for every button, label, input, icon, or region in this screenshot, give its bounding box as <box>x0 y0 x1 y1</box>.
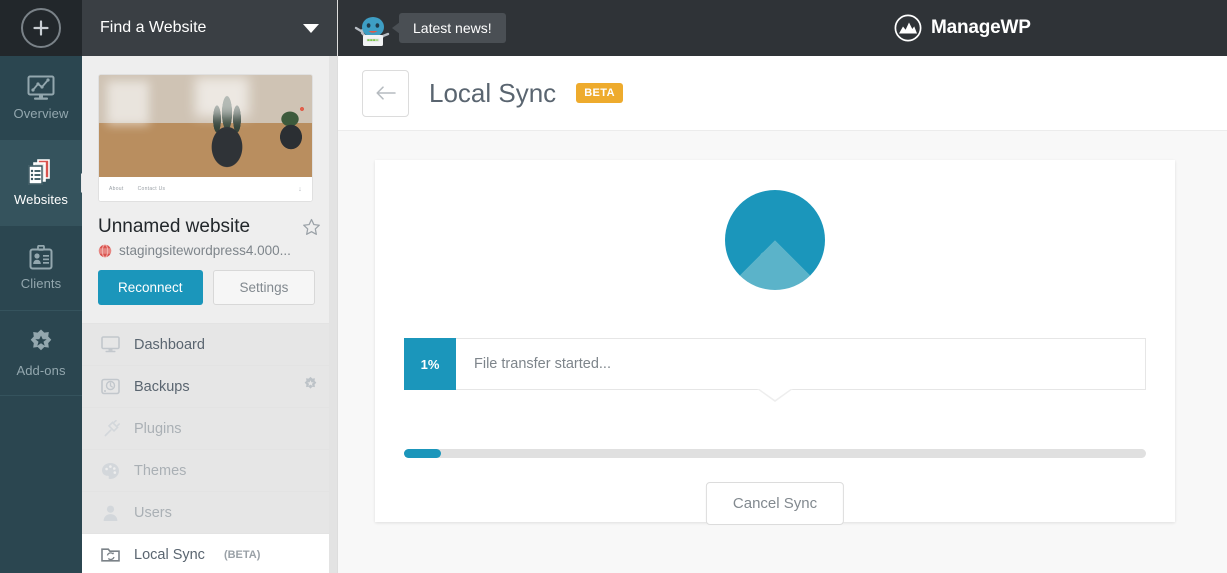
menu-item-label: Users <box>134 505 172 521</box>
rail-label: Add-ons <box>16 363 65 378</box>
star-outline-icon[interactable] <box>302 218 321 237</box>
sync-progress-bar <box>404 449 1146 458</box>
menu-item-label: Local Sync <box>134 547 205 563</box>
gear-icon[interactable] <box>302 376 319 398</box>
site-title-row: Unnamed website <box>98 216 321 238</box>
globe-icon <box>98 244 112 258</box>
sidebar-scrollbar[interactable] <box>329 56 337 573</box>
chevron-down-icon <box>303 24 319 33</box>
download-arrow-icon: ↓ <box>298 186 302 193</box>
status-box-notch-inner <box>758 388 792 400</box>
menu-item-plugins[interactable]: Plugins <box>82 407 337 449</box>
website-sidebar: Find a Website About Contact Us ↓ Unname… <box>82 0 338 573</box>
reconnect-button[interactable]: Reconnect <box>98 270 203 305</box>
sidebar-item-addons[interactable]: Add-ons <box>0 311 82 396</box>
local-sync-beta-tag: (BETA) <box>224 549 260 561</box>
site-screenshot-image <box>99 75 312 179</box>
managewp-brand-text: ManageWP <box>931 17 1031 39</box>
find-website-label: Find a Website <box>100 19 303 37</box>
find-website-dropdown[interactable]: Find a Website <box>82 0 337 56</box>
sync-status-box: 1% File transfer started... <box>404 338 1146 390</box>
primary-nav-rail: Overview Websites <box>0 0 82 573</box>
site-summary: About Contact Us ↓ Unnamed website stagi… <box>82 56 337 305</box>
monitor-icon <box>100 336 120 353</box>
sync-status-message: File transfer started... <box>456 339 1145 389</box>
managewp-logo[interactable]: ManageWP <box>894 14 1031 42</box>
robot-mascot-icon[interactable] <box>350 14 396 51</box>
menu-item-local-sync[interactable]: Local Sync (BETA) <box>82 533 337 573</box>
menu-item-label: Plugins <box>134 421 182 437</box>
page-title: Local Sync <box>429 78 556 109</box>
id-badge-icon <box>27 245 55 271</box>
backup-disk-icon <box>100 378 120 395</box>
rail-label: Clients <box>21 276 61 291</box>
site-thumbnail-nav: About Contact Us ↓ <box>99 177 312 201</box>
arrow-left-icon <box>375 85 397 101</box>
palette-icon <box>100 462 120 479</box>
chart-monitor-icon <box>26 75 56 101</box>
mountain-circle-logo-icon <box>894 14 922 42</box>
menu-item-users[interactable]: Users <box>82 491 337 533</box>
menu-item-dashboard[interactable]: Dashboard <box>82 323 337 365</box>
plug-icon <box>100 420 120 438</box>
rail-label: Websites <box>14 192 68 207</box>
app-root: Overview Websites <box>0 0 1227 573</box>
latest-news-bubble[interactable]: Latest news! <box>399 13 506 43</box>
page-header: Local Sync BETA <box>338 56 1227 131</box>
site-thumbnail[interactable]: About Contact Us ↓ <box>98 74 313 202</box>
site-url: stagingsitewordpress4.000... <box>119 243 291 258</box>
stacked-pages-icon <box>26 159 56 187</box>
sync-progress-fill <box>404 449 441 458</box>
beta-badge: BETA <box>576 83 623 103</box>
user-icon <box>100 504 120 522</box>
menu-item-label: Themes <box>134 463 186 479</box>
content-area: 1% File transfer started... Cancel Sync <box>338 131 1227 573</box>
puzzle-star-icon <box>26 328 56 358</box>
site-url-row: stagingsitewordpress4.000... <box>98 243 321 258</box>
back-button[interactable] <box>362 70 409 117</box>
settings-button[interactable]: Settings <box>213 270 316 305</box>
sidebar-item-overview[interactable]: Overview <box>0 56 82 141</box>
menu-item-themes[interactable]: Themes <box>82 449 337 491</box>
plus-icon <box>31 18 51 38</box>
thumb-nav-item: About <box>109 186 124 192</box>
top-bar: Latest news! ManageWP <box>338 0 1227 56</box>
pie-spinner-icon <box>725 190 825 290</box>
thumb-nav-item: Contact Us <box>138 186 166 192</box>
site-title: Unnamed website <box>98 216 294 238</box>
menu-item-backups[interactable]: Backups <box>82 365 337 407</box>
add-website-button[interactable] <box>21 8 61 48</box>
cancel-sync-button[interactable]: Cancel Sync <box>706 482 844 525</box>
site-menu: Dashboard Backups <box>82 323 337 573</box>
menu-item-label: Backups <box>134 379 190 395</box>
rail-label: Overview <box>14 106 69 121</box>
sync-percent-badge: 1% <box>404 338 456 390</box>
sync-folder-icon <box>100 546 120 563</box>
sidebar-item-clients[interactable]: Clients <box>0 226 82 311</box>
rail-top <box>0 0 82 56</box>
local-sync-card: 1% File transfer started... Cancel Sync <box>375 160 1175 522</box>
site-action-buttons: Reconnect Settings <box>98 270 321 305</box>
sidebar-item-websites[interactable]: Websites <box>0 141 82 226</box>
menu-item-label: Dashboard <box>134 337 205 353</box>
